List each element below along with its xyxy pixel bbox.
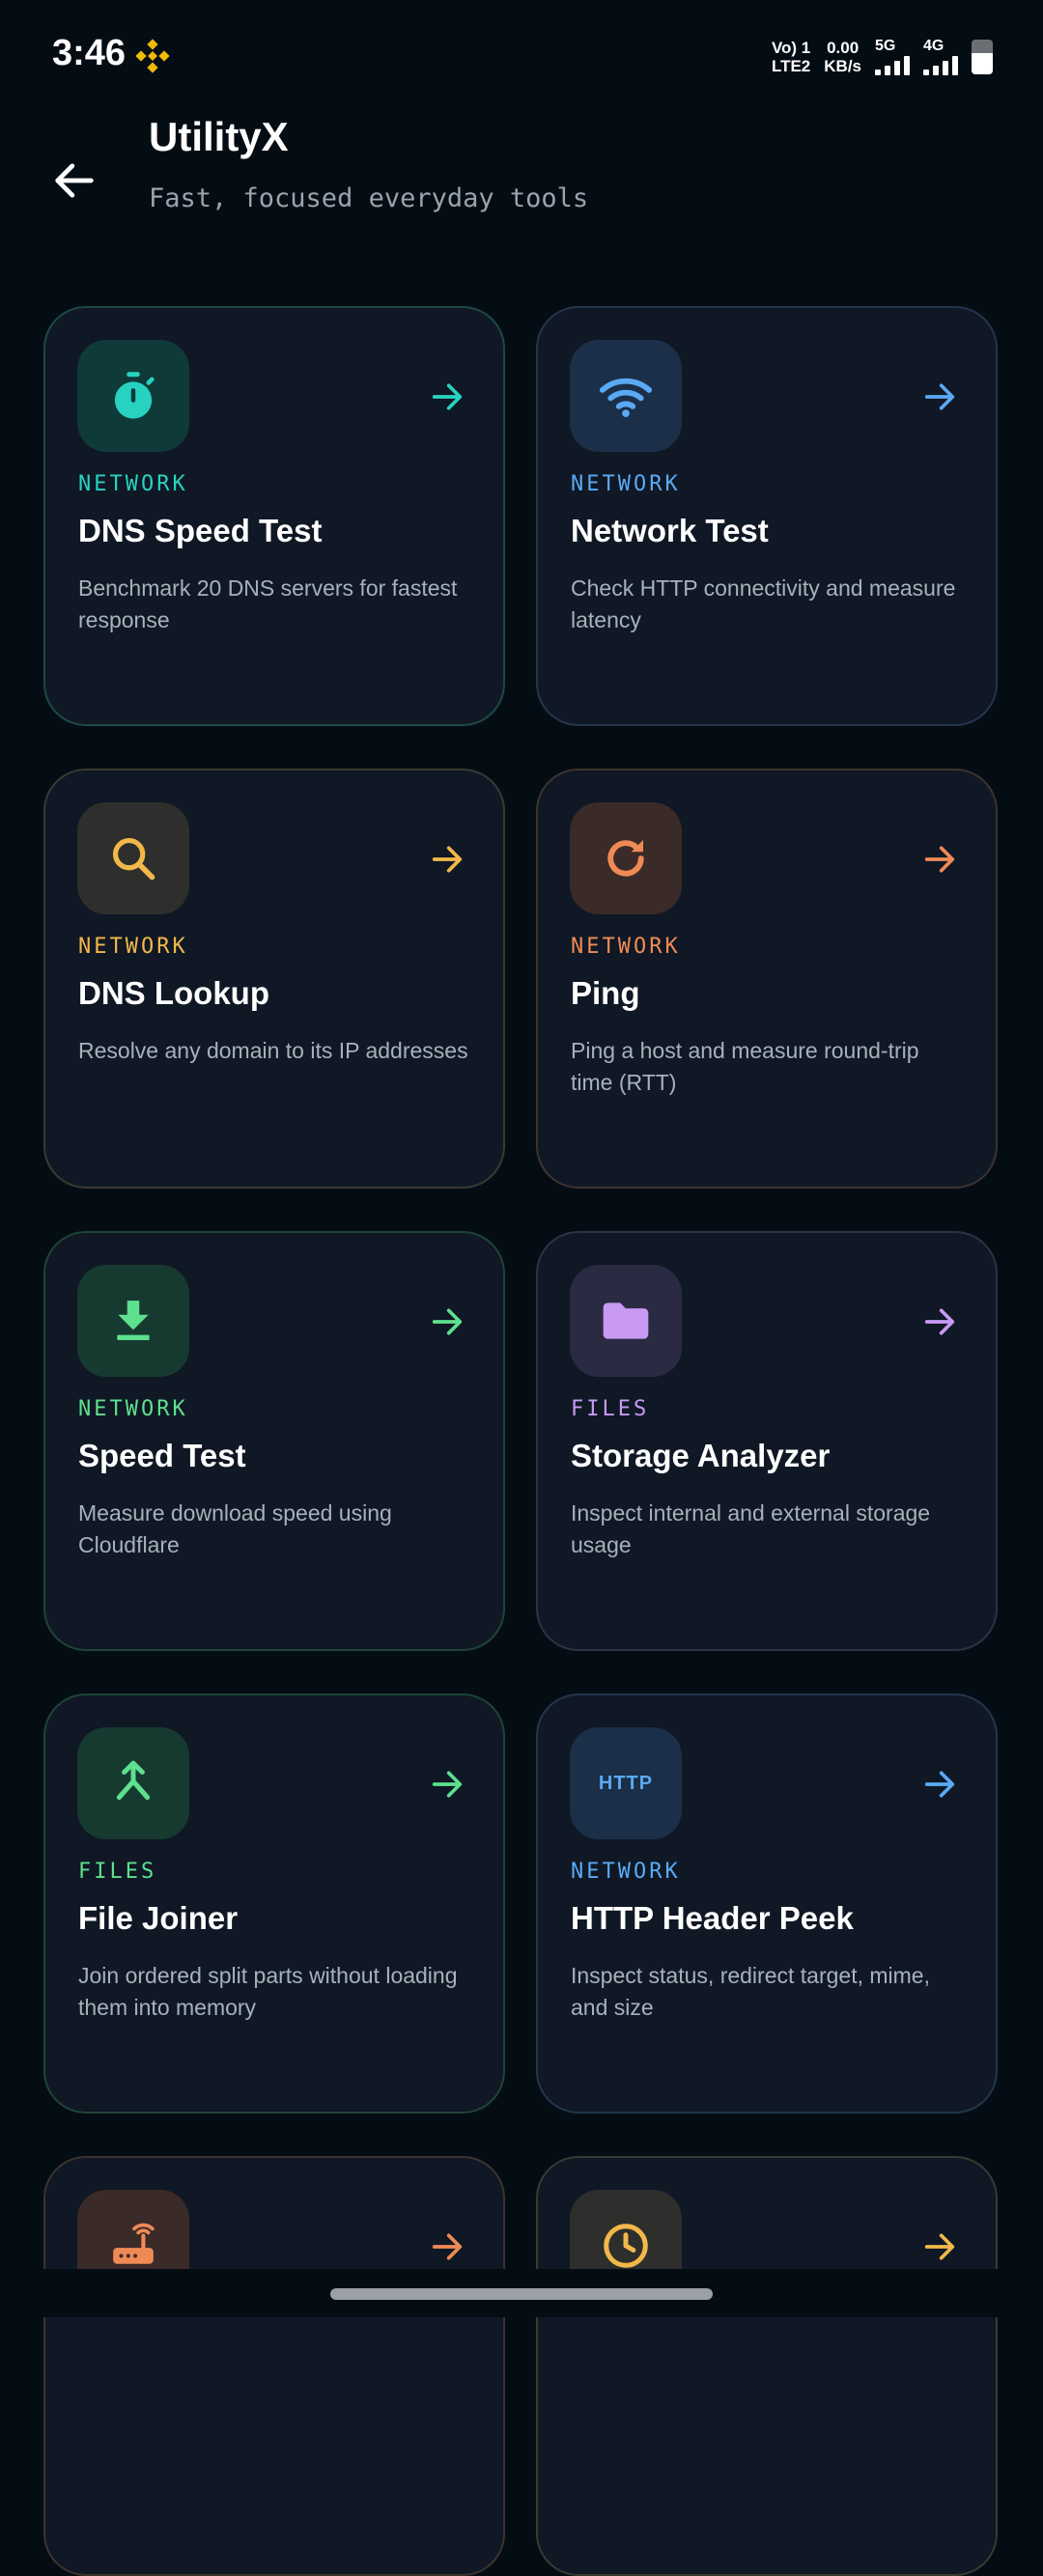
tool-description: Ping a host and measure round-trip time … bbox=[571, 1038, 919, 1095]
tool-description: Inspect internal and external storage us… bbox=[571, 1500, 931, 1557]
wifi-icon bbox=[599, 378, 653, 417]
stopwatch-icon bbox=[114, 372, 155, 419]
status-bar: 3:46 Vo) 1 LTE2 0.00 KB/s 5G 4G bbox=[0, 0, 1043, 112]
arrow-right-icon bbox=[924, 2233, 955, 2260]
tool-icon-box bbox=[570, 802, 682, 914]
arrow-right-icon bbox=[432, 1771, 463, 1798]
tool-category: FILES bbox=[571, 1397, 650, 1421]
tool-card-clock[interactable] bbox=[536, 2156, 998, 2576]
tool-card-speed-test[interactable]: NETWORK Speed Test Measure download spee… bbox=[43, 1231, 505, 1651]
clock-icon bbox=[604, 2224, 648, 2268]
sim2-signal: 4G bbox=[923, 39, 958, 75]
tool-title: HTTP Header Peek bbox=[571, 1900, 854, 1936]
tool-icon-box bbox=[77, 802, 189, 914]
battery-fill bbox=[972, 53, 993, 74]
tool-description: Inspect status, redirect target, mime, a… bbox=[571, 1963, 930, 2020]
tool-card-dns-lookup[interactable]: NETWORK DNS Lookup Resolve any domain to… bbox=[43, 769, 505, 1189]
signal-icon bbox=[875, 54, 910, 75]
tool-description: Measure download speed using Cloudflare bbox=[78, 1500, 392, 1557]
http-icon: HTTP bbox=[598, 1772, 654, 1794]
tool-description: Benchmark 20 DNS servers for fastest res… bbox=[78, 575, 458, 632]
folder-icon bbox=[603, 1302, 649, 1339]
tool-icon-box bbox=[77, 340, 189, 452]
tool-title: File Joiner bbox=[78, 1900, 239, 1936]
page-title: UtilityX bbox=[149, 114, 289, 159]
tool-title: Ping bbox=[571, 975, 640, 1011]
search-icon bbox=[112, 837, 155, 881]
tool-description: Resolve any domain to its IP addresses bbox=[78, 1038, 468, 1063]
arrow-right-icon bbox=[924, 1771, 955, 1798]
page-subtitle: Fast, focused everyday tools bbox=[149, 183, 589, 213]
tool-card-network-test[interactable]: NETWORK Network Test Check HTTP connecti… bbox=[536, 306, 998, 726]
tool-category: NETWORK bbox=[78, 472, 188, 496]
tool-card-http-header-peek[interactable]: HTTP NETWORK HTTP Header Peek Inspect st… bbox=[536, 1694, 998, 2114]
tool-description: Join ordered split parts without loading… bbox=[78, 1963, 458, 2020]
tool-card-ping[interactable]: NETWORK Ping Ping a host and measure rou… bbox=[536, 769, 998, 1189]
net-speed-value: 0.00 bbox=[827, 39, 860, 57]
tool-icon-box: HTTP bbox=[570, 1727, 682, 1839]
sim1-signal: 5G bbox=[875, 39, 910, 75]
battery-icon bbox=[972, 40, 993, 74]
tool-category: NETWORK bbox=[571, 935, 681, 959]
signal-icon bbox=[923, 54, 958, 75]
app-header: UtilityX Fast, focused everyday tools bbox=[0, 112, 1043, 276]
status-time: 3:46 bbox=[52, 33, 127, 73]
tool-icon-box bbox=[570, 1265, 682, 1377]
arrow-right-icon bbox=[924, 1308, 955, 1335]
tool-card-file-joiner[interactable]: FILES File Joiner Join ordered split par… bbox=[43, 1694, 505, 2114]
volte-indicator: Vo) 1 LTE2 bbox=[772, 39, 810, 75]
arrow-right-icon bbox=[432, 2233, 463, 2260]
tool-category: FILES bbox=[78, 1860, 157, 1884]
tool-title: Network Test bbox=[571, 513, 769, 548]
tool-card-router[interactable] bbox=[43, 2156, 505, 2576]
arrow-right-icon bbox=[924, 383, 955, 410]
arrow-right-icon bbox=[432, 383, 463, 410]
arrow-right-icon bbox=[432, 846, 463, 873]
download-icon bbox=[117, 1301, 150, 1340]
router-icon bbox=[113, 2223, 155, 2264]
status-icons: Vo) 1 LTE2 0.00 KB/s 5G 4G bbox=[772, 35, 993, 79]
back-button[interactable] bbox=[44, 151, 104, 210]
net-speed: 0.00 KB/s bbox=[824, 39, 861, 75]
tool-category: NETWORK bbox=[571, 1860, 681, 1884]
binance-icon bbox=[135, 39, 170, 73]
tool-title: Storage Analyzer bbox=[571, 1438, 831, 1473]
arrow-left-icon bbox=[55, 163, 94, 198]
tool-title: Speed Test bbox=[78, 1438, 246, 1473]
merge-icon bbox=[116, 1760, 151, 1801]
volte-top: Vo) 1 bbox=[771, 39, 811, 57]
arrow-right-icon bbox=[432, 1308, 463, 1335]
gesture-navigation-bar[interactable] bbox=[330, 2288, 713, 2300]
sim2-type: 4G bbox=[923, 38, 944, 54]
sim1-type: 5G bbox=[875, 38, 896, 54]
refresh-icon bbox=[607, 839, 644, 877]
tool-description: Check HTTP connectivity and measure late… bbox=[571, 575, 956, 632]
tool-category: NETWORK bbox=[78, 935, 188, 959]
tool-card-storage-analyzer[interactable]: FILES Storage Analyzer Inspect internal … bbox=[536, 1231, 998, 1651]
tool-category: NETWORK bbox=[78, 1397, 188, 1421]
tool-category: NETWORK bbox=[571, 472, 681, 496]
arrow-right-icon bbox=[924, 846, 955, 873]
tool-icon-box bbox=[77, 1265, 189, 1377]
tool-title: DNS Speed Test bbox=[78, 513, 323, 548]
volte-bottom: LTE2 bbox=[771, 57, 811, 75]
tool-icon-box bbox=[570, 340, 682, 452]
tool-title: DNS Lookup bbox=[78, 975, 269, 1011]
net-speed-unit: KB/s bbox=[824, 57, 861, 75]
tool-card-dns-speed-test[interactable]: NETWORK DNS Speed Test Benchmark 20 DNS … bbox=[43, 306, 505, 726]
tool-icon-box bbox=[77, 1727, 189, 1839]
